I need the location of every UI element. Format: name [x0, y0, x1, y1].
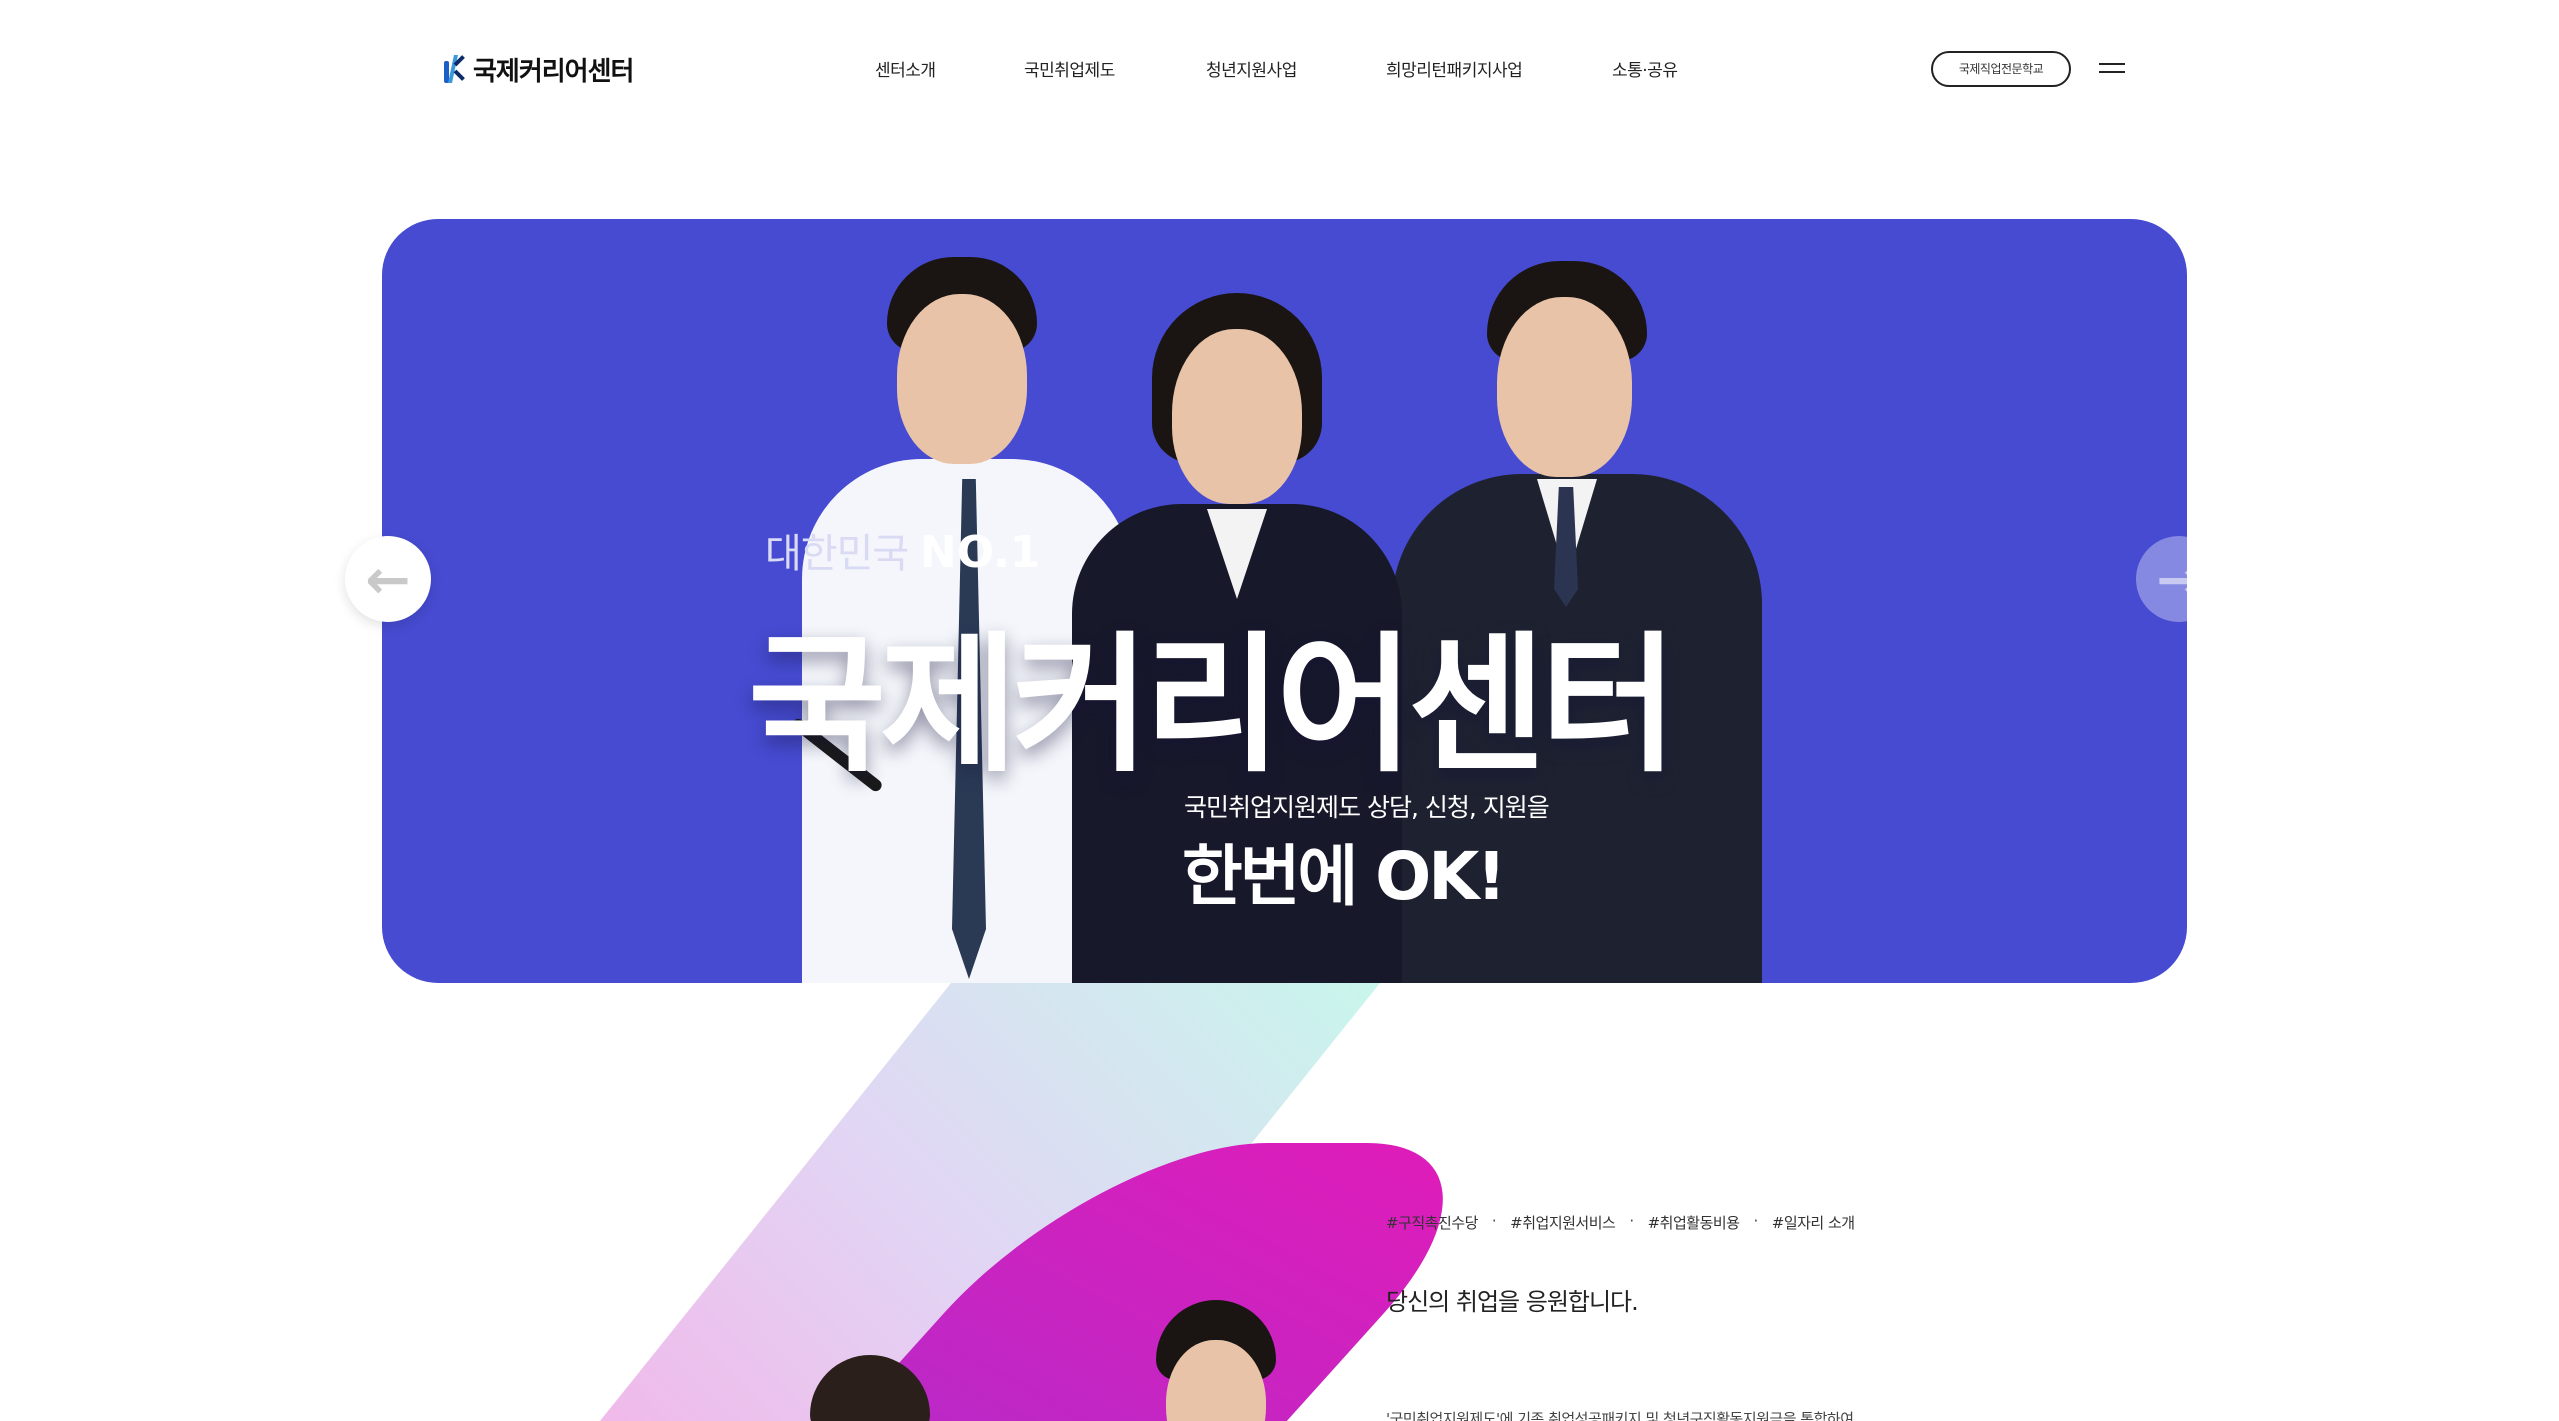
hashtag[interactable]: #일자리 소개: [1772, 1212, 1855, 1233]
nav-item-center-intro[interactable]: 센터소개: [875, 56, 936, 81]
main-nav: 센터소개 국민취업제도 청년지원사업 희망리턴패키지사업 소통·공유: [0, 56, 2559, 81]
hamburger-menu-icon[interactable]: [2099, 61, 2125, 75]
person-lower-left-image: [810, 1355, 930, 1421]
section-paragraph: '국민취업지원제도'에 기존 취업성공패키지 및 청년구직활동지원금을 통합하여: [1386, 1410, 1854, 1421]
nav-item-youth-support[interactable]: 청년지원사업: [1206, 56, 1297, 81]
nav-item-communication[interactable]: 소통·공유: [1612, 56, 1678, 81]
hero-description: 국민취업지원제도 상담, 신청, 지원을: [1184, 793, 1550, 822]
nav-item-national-employment[interactable]: 국민취업제도: [1024, 56, 1115, 81]
slider-prev-button[interactable]: ←: [345, 536, 431, 622]
hashtag-list: #구직촉진수당 · #취업지원서비스 · #취업활동비용 · #일자리 소개: [1386, 1212, 1855, 1233]
site-header: 국제커리어센터 센터소개 국민취업제도 청년지원사업 희망리턴패키지사업 소통·…: [0, 0, 2559, 140]
slider-next-button[interactable]: →: [2136, 536, 2222, 622]
arrow-left-icon: ←: [365, 547, 411, 611]
hero-ok-text: 한번에 OK!: [1182, 838, 1506, 915]
arrow-right-icon: →: [2156, 547, 2202, 611]
hero-title: 국제커리어센터: [748, 619, 1678, 793]
school-link-button[interactable]: 국제직업전문학교: [1931, 51, 2071, 87]
hashtag[interactable]: #취업활동비용: [1648, 1212, 1740, 1233]
hero-subtitle: 대한민국 NO.1: [765, 521, 1041, 579]
hero-banner: 대한민국 NO.1 국제커리어센터 국민취업지원제도 상담, 신청, 지원을 한…: [382, 219, 2187, 983]
hero-sub-prefix: 대한민국: [765, 531, 909, 577]
hero-sub-badge: NO.1: [919, 527, 1041, 578]
hashtag[interactable]: #구직촉진수당: [1386, 1212, 1478, 1233]
hashtag[interactable]: #취업지원서비스: [1510, 1212, 1616, 1233]
person-lower-right-image: [1146, 1300, 1276, 1421]
section-lead: 당신의 취업을 응원합니다.: [1386, 1288, 1639, 1316]
nav-item-hope-return-package[interactable]: 희망리턴패키지사업: [1386, 56, 1523, 81]
